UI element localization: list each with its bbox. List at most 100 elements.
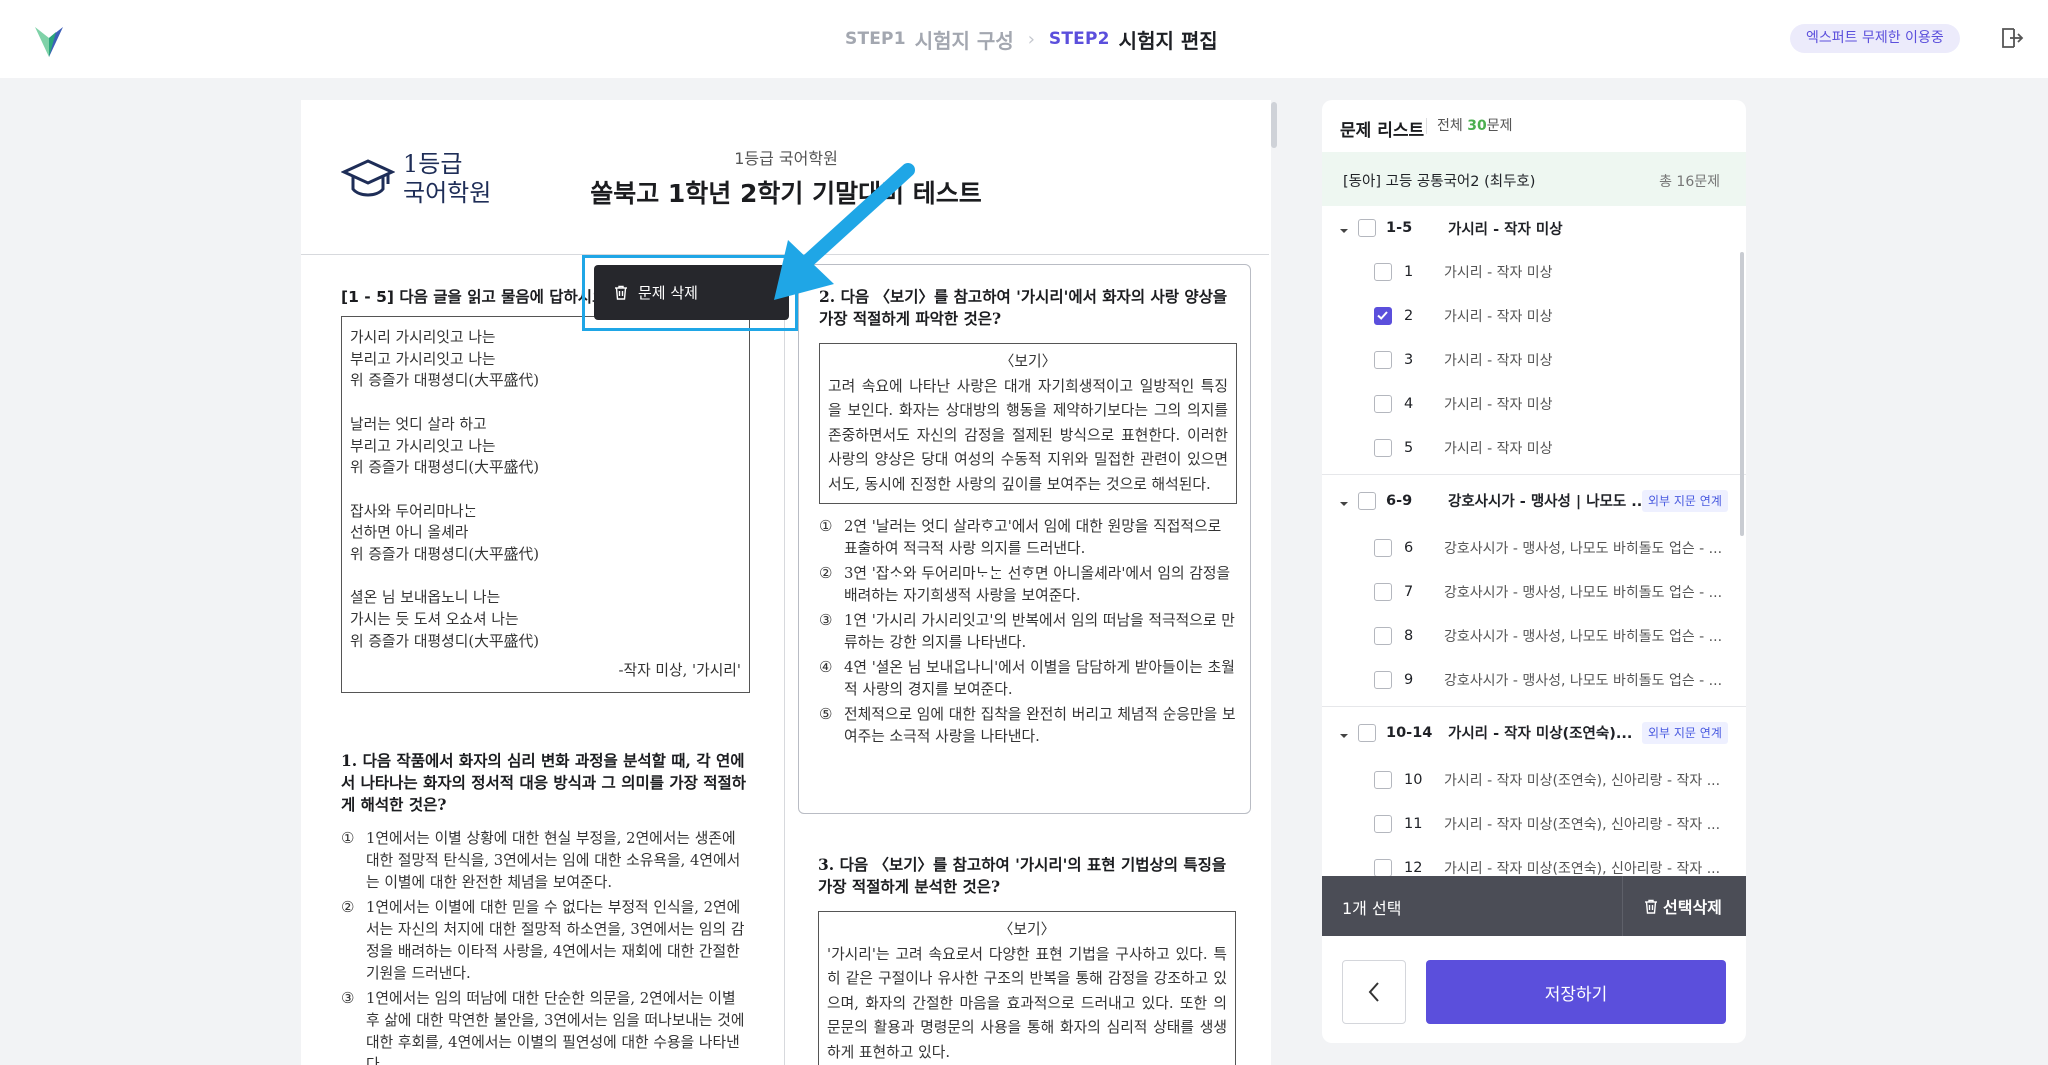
question-checkbox[interactable] (1374, 771, 1392, 789)
question-number: 5 (1404, 440, 1414, 456)
chevron-down-icon[interactable] (1338, 727, 1350, 739)
chevron-down-icon[interactable] (1338, 222, 1350, 234)
step-2[interactable]: STEP2 시험지 편집 (1049, 25, 1218, 54)
question-item-row[interactable]: 8 강호사시가 - 맹사성, 나모도 바히돌도 업슨 - ... (1322, 614, 1746, 658)
question-title: 강호사시가 - 맹사성, 나모도 바히돌도 업슨 - ... (1444, 541, 1723, 557)
question-checkbox[interactable] (1374, 859, 1392, 876)
question-number: 6 (1404, 540, 1414, 556)
panel-title: 문제 리스트 (1340, 121, 1425, 141)
answer-choice[interactable]: ① 2연 '날러는 엇디 살라ᄒᆞ고'에서 임에 대한 원망을 직접적으로 표출하… (819, 516, 1237, 560)
question-checkbox[interactable] (1374, 671, 1392, 689)
question-checkbox[interactable] (1374, 815, 1392, 833)
external-link-badge: 외부 지문 연계 (1642, 489, 1728, 512)
logout-icon[interactable] (1999, 25, 2025, 51)
question-checkbox[interactable] (1374, 395, 1392, 413)
poem-line: 위 증즐가 대평셩디(大平盛代) (350, 459, 540, 477)
question-item-row[interactable]: 4 가시리 - 작자 미상 (1322, 382, 1746, 426)
question-item-row[interactable]: 10 가시리 - 작자 미상(조연숙), 신아리랑 - 작자 ... (1322, 758, 1746, 802)
textbook-total: 총 16문제 (1659, 174, 1720, 190)
group-checkbox[interactable] (1358, 219, 1376, 237)
chevron-left-icon (1368, 982, 1379, 1002)
group-range: 1-5 (1386, 220, 1413, 236)
choice-number: ② (819, 565, 833, 582)
question-item-row[interactable]: 1 가시리 - 작자 미상 (1322, 250, 1746, 294)
trash-icon (614, 285, 628, 300)
bogi-title: 〈보기〉 (998, 921, 1056, 938)
question-title: 강호사시가 - 맹사성, 나모도 바히돌도 업슨 - ... (1444, 673, 1723, 689)
paper-scrollbar[interactable] (1270, 100, 1278, 1065)
answer-choice[interactable]: ④ 4연 '셜온 님 보내ᄋᆞᆸ나니'에서 이별을 담담하게 받아들이는 초월적 … (819, 657, 1237, 701)
poem-passage[interactable]: 가시리 가시리잇고 나는 부리고 가시리잇고 나는 위 증즐가 대평셩디(大平盛代)… (341, 316, 750, 693)
question-item-row[interactable]: 2 가시리 - 작자 미상 (1322, 294, 1746, 338)
delete-question-menu-item[interactable]: 문제 삭제 (594, 265, 789, 320)
question-group-row[interactable]: 10-14 가시리 - 작자 미상(조연숙)... 외부 지문 연계 (1322, 706, 1746, 758)
paper-scrollbar-thumb[interactable] (1271, 102, 1277, 148)
list-scrollbar-thumb[interactable] (1740, 252, 1744, 536)
step-indicator: STEP1 시험지 구성 › STEP2 시험지 편집 (845, 24, 1218, 54)
question-checkbox-checked[interactable] (1374, 307, 1392, 325)
question-checkbox[interactable] (1374, 439, 1392, 457)
bogi-text: '가시리'는 고려 속요로서 다양한 표현 기법을 구사하고 있다. 특히 같은… (827, 945, 1227, 1061)
textbook-name: [동아] 고등 공통국어2 (최두호) (1343, 174, 1536, 190)
step-1[interactable]: STEP1 시험지 구성 (845, 25, 1014, 54)
external-link-badge: 외부 지문 연계 (1642, 721, 1728, 744)
exam-subtitle: 1등급 국어학원 (734, 149, 838, 168)
poem-stanza: 셜온 님 보내옵노니 나는 가시는 듯 도셔 오쇼셔 나는 위 증즐가 대평셩디(大… (350, 587, 741, 652)
choice-number: ① (341, 830, 355, 847)
question-number: 10 (1404, 772, 1423, 788)
question-1[interactable]: 1. 다음 작품에서 화자의 심리 변화 과정을 분석할 때, 각 연에서 나타… (341, 750, 751, 1065)
group-checkbox[interactable] (1358, 723, 1376, 742)
question-title: 가시리 - 작자 미상(조연숙), 신아리랑 - 작자 ... (1444, 773, 1721, 789)
poem-line: 셜온 님 보내옵노니 나는 (350, 589, 501, 607)
section-intro: [1 - 5] 다음 글을 읽고 물음에 답하시오. (341, 288, 613, 306)
question-title: 가시리 - 작자 미상 (1444, 265, 1553, 281)
group-checkbox[interactable] (1358, 491, 1376, 510)
poem-line: 위 증즐가 대평셩디(大平盛代) (350, 372, 540, 390)
bogi-text: 고려 속요에 나타난 사랑은 대개 자기희생적이고 일방적인 특징을 보인다. … (828, 377, 1228, 493)
choice-text: 1연에서는 이별 상황에 대한 현실 부정을, 2연에서는 생존에 대한 절망적… (366, 830, 741, 891)
question-item-row[interactable]: 6 강호사시가 - 맹사성, 나모도 바히돌도 업슨 - ... (1322, 526, 1746, 570)
answer-choice[interactable]: ③ 1연 '가시리 가시리잇고'의 반복에서 임의 떠남을 적극적으로 만류하는 … (819, 610, 1237, 654)
choice-number: ② (341, 899, 355, 916)
answer-choice[interactable]: ③ 1연에서는 임의 떠남에 대한 단순한 의문을, 2연에서는 이별 후 삶에 … (341, 988, 751, 1065)
question-item-row[interactable]: 12 가시리 - 작자 미상(조연숙), 신아리랑 - 작자 ... (1322, 846, 1746, 876)
delete-selected-button[interactable]: 선택삭제 (1644, 894, 1722, 918)
poem-credit: -작자 미상, '가시리' (618, 662, 741, 680)
question-checkbox[interactable] (1374, 351, 1392, 369)
question-list[interactable]: 1-5 가시리 - 작자 미상 1 가시리 - 작자 미상 2 가시리 - 작자 미상 3 가… (1322, 206, 1746, 876)
question-2-bogi: 〈보기〉 고려 속요에 나타난 사랑은 대개 자기희생적이고 일방적인 특징을 … (819, 343, 1237, 504)
question-2-card-selected[interactable]: 2. 다음 〈보기〉를 참고하여 '가시리'에서 화자의 사랑 양상을 가장 적… (798, 264, 1251, 814)
choice-text: 1연 '가시리 가시리잇고'의 반복에서 임의 떠남을 적극적으로 만류하는 강… (844, 612, 1235, 651)
question-item-row[interactable]: 11 가시리 - 작자 미상(조연숙), 신아리랑 - 작자 ... (1322, 802, 1746, 846)
bogi-title: 〈보기〉 (999, 353, 1057, 370)
question-item-row[interactable]: 9 강호사시가 - 맹사성, 나모도 바히돌도 업슨 - ... (1322, 658, 1746, 702)
subscription-badge: 엑스퍼트 무제한 이용중 (1790, 24, 1960, 53)
question-group-row[interactable]: 1-5 가시리 - 작자 미상 (1322, 206, 1746, 250)
poem-line: 날러는 엇디 살라 하고 (350, 415, 487, 433)
brand-logo-icon[interactable] (34, 24, 64, 58)
question-item-row[interactable]: 5 가시리 - 작자 미상 (1322, 426, 1746, 470)
save-button[interactable]: 저장하기 (1426, 960, 1726, 1024)
answer-choice[interactable]: ⑤ 전체적으로 임에 대한 집착을 완전히 버리고 체념적 순응만을 보여주는 소… (819, 704, 1237, 748)
group-title: 가시리 - 작자 미상 (1448, 221, 1563, 238)
answer-choice[interactable]: ② 3연 '잡ᄉᆞ와 두어리마ᄂᆞᄂᆞᆫ 선ᄒᆞ면 아니올셰라'에서 임의 감정을… (819, 563, 1237, 607)
answer-choice[interactable]: ① 1연에서는 이별 상황에 대한 현실 부정을, 2연에서는 생존에 대한 절망… (341, 828, 751, 894)
question-title: 가시리 - 작자 미상 (1444, 397, 1553, 413)
question-title: 강호사시가 - 맹사성, 나모도 바히돌도 업슨 - ... (1444, 585, 1723, 601)
choice-text: 1연에서는 임의 떠남에 대한 단순한 의문을, 2연에서는 이별 후 삶에 대… (366, 990, 745, 1065)
question-3-bogi: 〈보기〉 '가시리'는 고려 속요로서 다양한 표현 기법을 구사하고 있다. … (818, 911, 1236, 1065)
choice-text: 1연에서는 이별에 대한 믿을 수 없다는 부정적 인식을, 2연에서는 자신의… (366, 899, 745, 982)
question-item-row[interactable]: 7 강호사시가 - 맹사성, 나모도 바히돌도 업슨 - ... (1322, 570, 1746, 614)
question-checkbox[interactable] (1374, 583, 1392, 601)
poem-line: 위 증즐가 대평셩디(大平盛代) (350, 546, 540, 563)
answer-choice[interactable]: ② 1연에서는 이별에 대한 믿을 수 없다는 부정적 인식을, 2연에서는 자신… (341, 897, 751, 985)
question-item-row[interactable]: 3 가시리 - 작자 미상 (1322, 338, 1746, 382)
question-checkbox[interactable] (1374, 263, 1392, 281)
question-checkbox[interactable] (1374, 627, 1392, 645)
question-group-row[interactable]: 6-9 강호사시가 - 맹사성 | 나모도 ... 외부 지문 연계 (1322, 474, 1746, 526)
back-button[interactable] (1342, 960, 1406, 1024)
question-checkbox[interactable] (1374, 539, 1392, 557)
chevron-down-icon[interactable] (1338, 495, 1350, 507)
choice-text: 2연 '날러는 엇디 살라ᄒᆞ고'에서 임에 대한 원망을 직접적으로 표출하여… (844, 518, 1222, 557)
question-3[interactable]: 3. 다음 〈보기〉를 참고하여 '가시리'의 표현 기법상의 특징을 가장 적… (818, 854, 1236, 1065)
